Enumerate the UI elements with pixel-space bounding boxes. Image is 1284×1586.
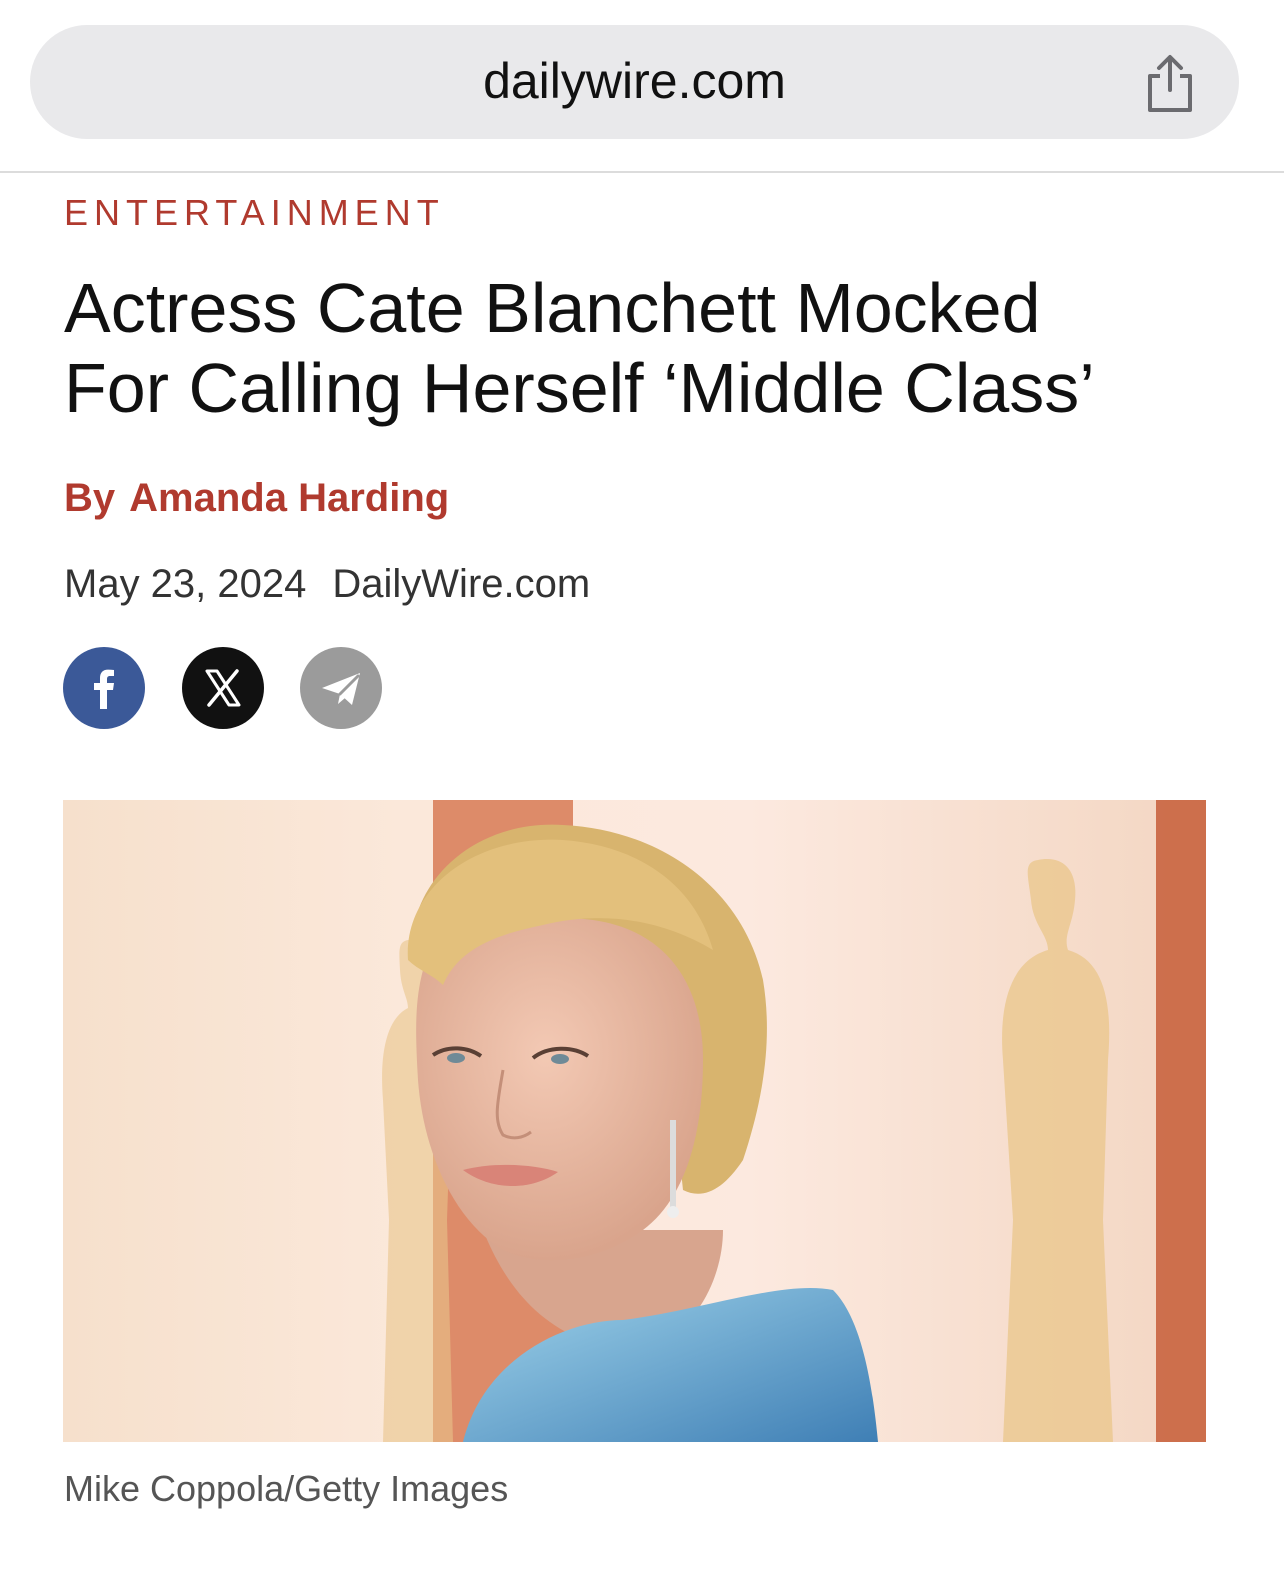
headline-line-2: For Calling Herself ‘Middle Class’	[64, 349, 1095, 427]
facebook-icon	[94, 669, 114, 709]
url-text[interactable]: dailywire.com	[30, 51, 1239, 111]
category-label[interactable]: ENTERTAINMENT	[64, 193, 445, 233]
author-link[interactable]: Amanda Harding	[129, 476, 449, 520]
headline-line-1: Actress Cate Blanchett Mocked	[64, 269, 1041, 347]
article-meta: May 23, 2024 DailyWire.com	[64, 560, 590, 608]
share-icon[interactable]	[1140, 52, 1200, 116]
header-divider	[0, 171, 1284, 173]
facebook-share-button[interactable]	[63, 647, 145, 729]
source-name: DailyWire.com	[332, 562, 591, 606]
photo-caption: Mike Coppola/Getty Images	[64, 1468, 509, 1509]
address-bar[interactable]: dailywire.com	[30, 25, 1239, 139]
telegram-icon	[322, 673, 360, 705]
byline-prefix: By	[64, 476, 116, 520]
x-icon	[205, 669, 241, 707]
article-headline: Actress Cate Blanchett Mocked For Callin…	[64, 268, 1234, 428]
byline: By Amanda Harding	[64, 474, 449, 522]
publish-date: May 23, 2024	[64, 562, 307, 606]
x-share-button[interactable]	[182, 647, 264, 729]
telegram-share-button[interactable]	[300, 647, 382, 729]
article-photo[interactable]	[63, 800, 1206, 1442]
